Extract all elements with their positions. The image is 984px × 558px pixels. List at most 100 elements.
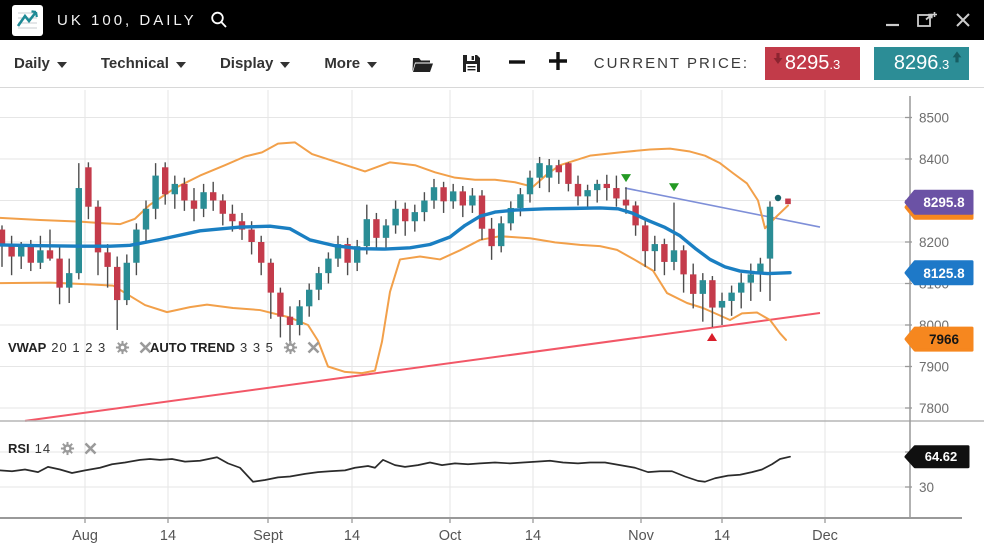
forecast-square: [785, 199, 791, 205]
candle-body: [767, 207, 773, 259]
chevron-down-icon: [176, 62, 186, 68]
popout-button[interactable]: [916, 10, 938, 30]
time-tick-label: Nov: [628, 528, 655, 544]
popout-icon: [916, 10, 938, 30]
vwap-params: 20 1 2 3: [51, 340, 106, 355]
sell-signal-icon: [669, 183, 679, 191]
candle-body: [527, 178, 533, 195]
candle-body: [364, 219, 370, 246]
candle-body: [412, 212, 418, 221]
candle-body: [479, 196, 485, 229]
candle-body: [181, 184, 187, 201]
menu-more[interactable]: More: [324, 55, 377, 72]
price-tag-label: 8295.8: [923, 195, 965, 210]
time-tick-label: 14: [525, 528, 541, 544]
vwap-settings-button[interactable]: [115, 340, 130, 355]
folder-open-icon: [411, 54, 435, 74]
candle-body: [604, 184, 610, 188]
candle-body: [28, 246, 34, 263]
candle-body: [392, 209, 398, 226]
candle-body: [498, 223, 504, 246]
candle-body: [56, 259, 62, 288]
candle-body: [229, 214, 235, 221]
candle-body: [296, 306, 302, 325]
price-tick-label: 8200: [919, 235, 949, 250]
titlebar: UK 100, DAILY: [0, 0, 984, 40]
candle-body: [613, 188, 619, 198]
menu-technical[interactable]: Technical: [101, 55, 186, 72]
close-button[interactable]: [954, 11, 972, 29]
candle-body: [104, 252, 110, 267]
plus-icon: [548, 48, 568, 74]
candle-body: [0, 230, 5, 245]
candle-body: [536, 163, 542, 178]
vwap-indicator-label: VWAP 20 1 2 3: [8, 340, 152, 355]
candle-body: [575, 184, 581, 196]
candle-body: [642, 225, 648, 251]
candle-body: [565, 163, 571, 184]
auto-trend-settings-button[interactable]: [283, 340, 298, 355]
time-tick-label: 14: [344, 528, 360, 544]
price-tag-label: 7966: [929, 332, 960, 347]
candle-body: [162, 167, 168, 194]
candle-body: [258, 242, 264, 263]
price-chart-canvas[interactable]: 850084008300820081008000790078007030Aug1…: [0, 88, 984, 558]
forecast-dot: [775, 195, 781, 201]
arrow-down-icon: [773, 53, 783, 65]
buy-price-value: 8296.3: [894, 52, 949, 75]
close-icon: [307, 341, 320, 354]
rsi-remove-button[interactable]: [84, 442, 97, 455]
candle-body: [18, 246, 24, 256]
candle-body: [431, 187, 437, 200]
time-tick-label: Sept: [253, 528, 283, 544]
search-icon[interactable]: [209, 10, 229, 30]
auto-trend-name: AUTO TREND: [150, 340, 235, 355]
gear-icon: [115, 340, 130, 355]
open-chart-button[interactable]: [411, 54, 435, 74]
candle-body: [728, 293, 734, 301]
price-tick-label: 7900: [919, 360, 949, 375]
save-icon: [461, 53, 482, 74]
candle-body: [440, 187, 446, 201]
gear-icon: [283, 340, 298, 355]
auto-trend-remove-button[interactable]: [307, 341, 320, 354]
candle-body: [402, 209, 408, 221]
minus-icon: [508, 48, 526, 74]
candle-body: [383, 225, 389, 237]
minimize-icon: [885, 12, 900, 28]
mini-chart-icon: [15, 8, 40, 33]
rsi-params: 14: [35, 441, 51, 456]
zoom-in-button[interactable]: [548, 48, 568, 79]
price-tick-label: 8500: [919, 111, 949, 126]
rsi-settings-button[interactable]: [60, 441, 75, 456]
arrow-up-icon: [952, 51, 962, 63]
zoom-out-button[interactable]: [508, 48, 526, 79]
save-chart-button[interactable]: [461, 53, 482, 74]
time-tick-label: Oct: [439, 528, 462, 544]
auto-trend-indicator-label: AUTO TREND 3 3 5: [150, 340, 320, 355]
candle-body: [700, 280, 706, 294]
current-price-label: CURRENT PRICE:: [594, 55, 749, 72]
candle-body: [114, 267, 120, 300]
sell-price-badge[interactable]: 8295.3: [765, 47, 860, 80]
price-tag-label: 8125.8: [923, 266, 965, 281]
time-tick-label: 14: [714, 528, 730, 544]
candle-body: [450, 191, 456, 201]
candle-body: [316, 273, 322, 290]
menu-daily[interactable]: Daily: [14, 55, 67, 72]
buy-signal-icon: [707, 333, 717, 341]
close-icon: [954, 11, 972, 29]
candle-body: [469, 196, 475, 206]
buy-price-badge[interactable]: 8296.3: [874, 47, 969, 80]
menu-display-label: Display: [220, 55, 273, 72]
menu-display[interactable]: Display: [220, 55, 290, 72]
chart-area: 850084008300820081008000790078007030Aug1…: [0, 88, 984, 558]
candle-body: [172, 184, 178, 194]
candle-body: [66, 273, 72, 288]
candle-body: [680, 250, 686, 274]
candle-body: [719, 301, 725, 308]
sell-price-value: 8295.3: [785, 52, 840, 75]
candle-body: [738, 283, 744, 293]
minimize-button[interactable]: [885, 12, 900, 28]
vwap-name: VWAP: [8, 340, 46, 355]
